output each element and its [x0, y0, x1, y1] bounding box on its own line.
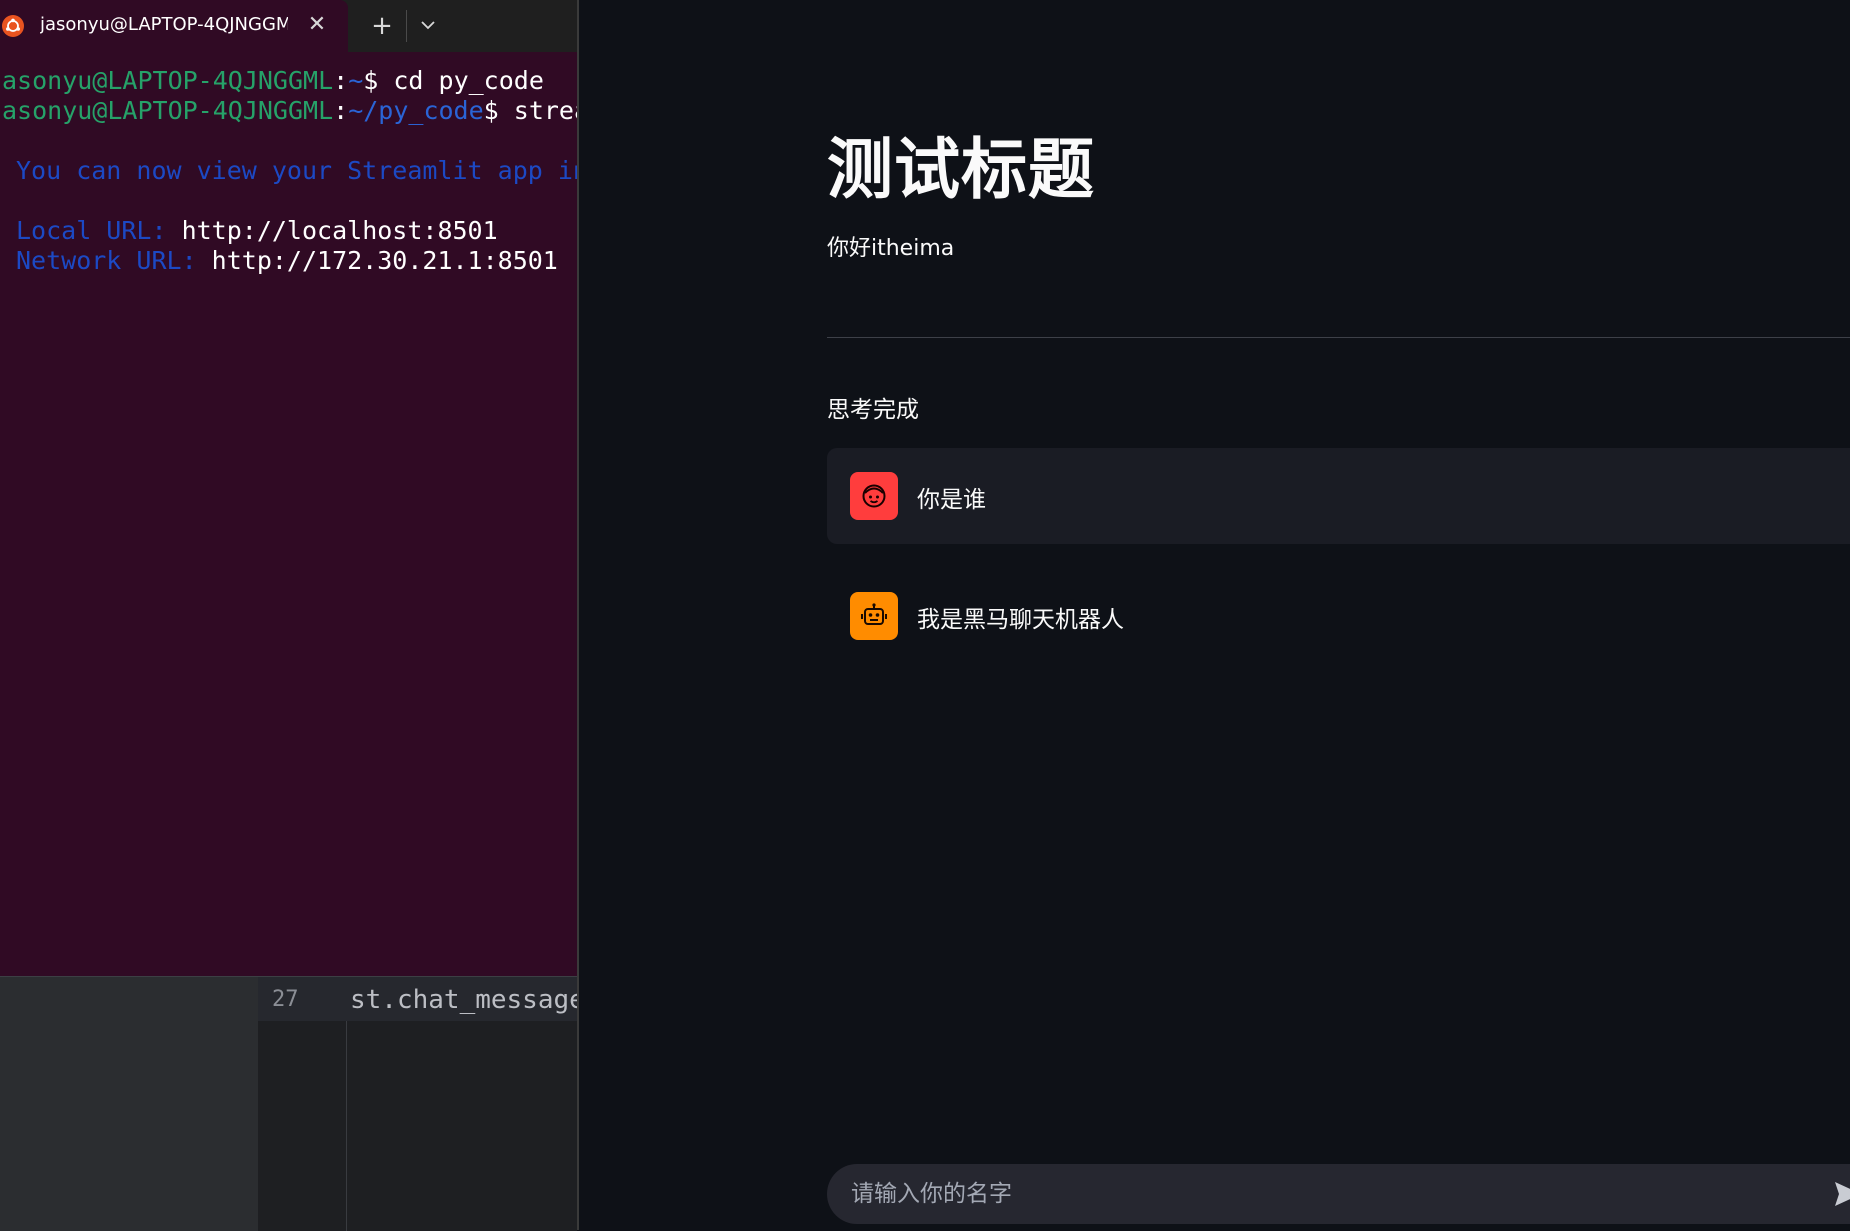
- local-url-label: Local URL:: [16, 216, 182, 245]
- page-subtitle: 你好itheima: [827, 236, 955, 261]
- terminal-command: $ cd py_code: [363, 66, 544, 95]
- chat-input-box[interactable]: [827, 1164, 1850, 1224]
- chat-message-assistant: 我是黑马聊天机器人: [827, 568, 1850, 664]
- prompt-path: ~/py_code: [348, 96, 484, 125]
- streamlit-app: 测试标题 你好itheima 思考完成 你是谁 我是黑马聊天机器人 请输入你的名…: [579, 0, 1850, 1230]
- chat-input[interactable]: [851, 1164, 1811, 1224]
- code-line[interactable]: st.chat_message: [350, 985, 585, 1015]
- terminal-line-1: asonyu@LAPTOP-4QJNGGML:~$ cd py_code: [2, 66, 544, 96]
- code-editor-pane[interactable]: 27 st.chat_message: [0, 976, 585, 1231]
- divider: [827, 337, 1850, 338]
- user-face-icon: [850, 472, 898, 520]
- close-tab-icon[interactable]: ✕: [306, 12, 328, 38]
- terminal-line-2: asonyu@LAPTOP-4QJNGGML:~/py_code$ strea: [2, 96, 577, 126]
- ubuntu-logo-icon: [2, 15, 24, 37]
- prompt-user: asonyu@LAPTOP-4QJNGGML: [2, 66, 334, 95]
- terminal-window[interactable]: jasonyu@LAPTOP-4QJNGGML ✕ + asonyu@LAPTO…: [0, 0, 577, 976]
- tab-divider: [406, 10, 407, 42]
- message-text: 我是黑马聊天机器人: [917, 607, 1124, 633]
- page-title: 测试标题: [827, 131, 1095, 208]
- send-icon[interactable]: [1833, 1178, 1850, 1210]
- terminal-tab-bar: jasonyu@LAPTOP-4QJNGGML ✕ +: [0, 0, 577, 52]
- status-text: 思考完成: [827, 397, 919, 423]
- new-tab-button[interactable]: +: [368, 10, 396, 42]
- chevron-down-icon[interactable]: [416, 12, 440, 40]
- terminal-tab-title: jasonyu@LAPTOP-4QJNGGML: [40, 14, 288, 35]
- terminal-line-3: You can now view your Streamlit app in: [16, 156, 577, 185]
- local-url-value[interactable]: http://localhost:8501: [182, 216, 498, 245]
- chat-message-user: 你是谁: [827, 448, 1850, 544]
- line-number: 27: [272, 987, 299, 1012]
- terminal-output[interactable]: asonyu@LAPTOP-4QJNGGML:~$ cd py_code aso…: [0, 60, 577, 275]
- prompt-path: ~: [348, 66, 364, 95]
- message-text: 你是谁: [917, 487, 986, 513]
- prompt-colon: :: [333, 96, 349, 125]
- terminal-line-4: Local URL: http://localhost:8501: [16, 216, 498, 246]
- prompt-colon: :: [333, 66, 349, 95]
- robot-icon: [850, 592, 898, 640]
- terminal-command: $ strea: [483, 96, 577, 125]
- editor-side-panel: [0, 977, 258, 1231]
- terminal-line-5: Network URL: http://172.30.21.1:8501: [16, 246, 558, 276]
- network-url-label: Network URL:: [16, 246, 212, 275]
- terminal-tab[interactable]: jasonyu@LAPTOP-4QJNGGML ✕: [0, 0, 348, 52]
- network-url-value[interactable]: http://172.30.21.1:8501: [212, 246, 558, 275]
- prompt-user: asonyu@LAPTOP-4QJNGGML: [2, 96, 334, 125]
